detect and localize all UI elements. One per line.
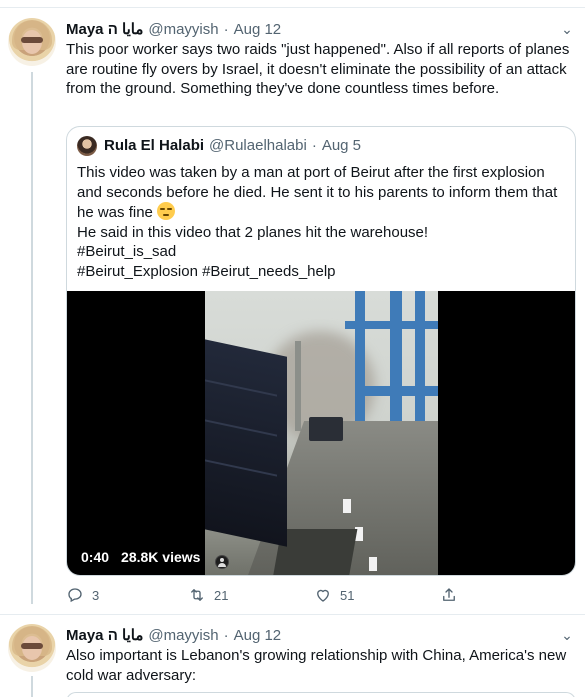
tweet-divider	[0, 614, 585, 615]
tweet-actions: 3 21 51	[66, 586, 466, 606]
reply-count: 3	[92, 587, 100, 603]
display-name: Rula El Halabi	[104, 137, 205, 154]
video-player[interactable]: 0:40 28.8K views	[67, 291, 575, 575]
tagged-person-icon[interactable]	[215, 555, 229, 569]
top-divider	[0, 0, 585, 8]
tweet-header: Maya مايا ה @mayyish · Aug 12	[66, 20, 281, 38]
retweet-count: 21	[214, 587, 229, 603]
disappointed-face-icon	[157, 202, 176, 220]
separator-dot: ·	[223, 21, 229, 38]
quoted-tweet[interactable]: Rula El Halabi @Rulaelhalabi · Aug 5 Thi…	[66, 126, 576, 576]
hashtag: #Beirut_is_sad	[77, 243, 177, 260]
quoted-tweet-header: Rula El Halabi @Rulaelhalabi · Aug 5	[104, 137, 361, 154]
video-meta: 0:40 28.8K views	[81, 549, 200, 565]
avatar	[77, 136, 97, 156]
separator-dot: ·	[311, 137, 317, 154]
tweet-date[interactable]: Aug 12	[234, 21, 282, 38]
video-frame	[205, 291, 438, 575]
avatar[interactable]	[8, 624, 56, 672]
chevron-down-icon[interactable]: ⌄	[558, 626, 576, 644]
like-button[interactable]: 51	[314, 586, 354, 604]
tweet-text: This poor worker says two raids "just ha…	[66, 41, 570, 97]
like-count: 51	[340, 587, 355, 603]
tweet-date: Aug 5	[321, 137, 362, 154]
quoted-tweet-text: This video was taken by a man at port of…	[77, 163, 572, 281]
handle[interactable]: @mayyish	[148, 627, 218, 644]
thread-line	[31, 676, 33, 697]
share-icon	[443, 588, 455, 601]
reply-icon	[68, 588, 82, 603]
thread-line	[31, 72, 33, 604]
display-name[interactable]: Maya مايا ה	[66, 626, 143, 644]
video-views: 28.8K views	[121, 549, 201, 565]
handle[interactable]: @mayyish	[148, 21, 218, 38]
chevron-down-icon[interactable]: ⌄	[558, 20, 576, 38]
quoted-text-line: This video was taken by a man at port of…	[77, 164, 558, 221]
quoted-text-line: He said in this video that 2 planes hit …	[77, 223, 429, 241]
video-duration: 0:40	[81, 549, 110, 565]
tweet-text: Also important is Lebanon's growing rela…	[66, 647, 567, 684]
retweet-icon	[191, 589, 203, 601]
tweet-date[interactable]: Aug 12	[234, 627, 282, 644]
display-name[interactable]: Maya مايا ה	[66, 20, 143, 38]
tweet-header: Maya مايا ה @mayyish · Aug 12	[66, 626, 281, 644]
retweet-button[interactable]: 21	[188, 586, 228, 604]
separator-dot: ·	[223, 627, 229, 644]
quoted-tweet[interactable]	[66, 692, 576, 697]
handle: @Rulaelhalabi	[209, 137, 307, 154]
hashtag: #Beirut_Explosion #Beirut_needs_help	[77, 262, 336, 280]
reply-button[interactable]: 3	[66, 586, 99, 604]
share-button[interactable]	[440, 586, 458, 604]
avatar[interactable]	[8, 18, 56, 66]
heart-icon	[317, 589, 329, 602]
